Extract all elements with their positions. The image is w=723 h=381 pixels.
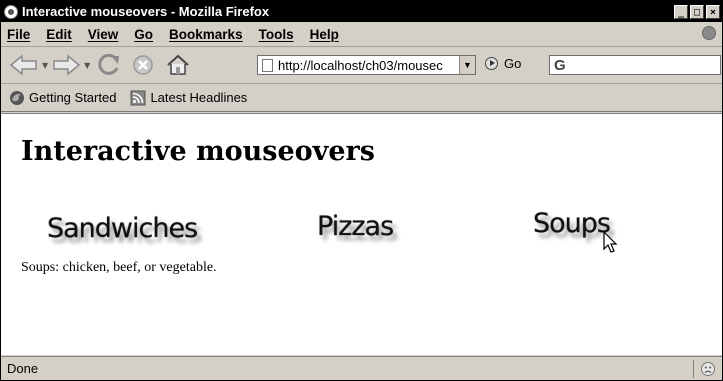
- go-icon: [485, 57, 498, 70]
- title-bar: Interactive mouseovers - Mozilla Firefox…: [1, 1, 722, 22]
- menu-bookmarks[interactable]: Bookmarks: [169, 27, 243, 42]
- url-input[interactable]: http://localhost/ch03/mousec: [278, 58, 459, 73]
- pizzas-image[interactable]: Pizzas: [317, 211, 394, 242]
- search-input[interactable]: G: [549, 55, 721, 75]
- security-status-icon: [701, 361, 715, 376]
- menu-file[interactable]: File: [7, 27, 30, 42]
- page-icon: [262, 58, 273, 72]
- bookmark-getting-started[interactable]: Getting Started: [9, 90, 116, 106]
- status-panel: [693, 359, 722, 378]
- minimize-button[interactable]: _: [674, 4, 688, 19]
- url-history-dropdown-icon[interactable]: ▼: [459, 56, 475, 74]
- menu-tools[interactable]: Tools: [259, 27, 294, 42]
- page-title: Interactive mouseovers: [21, 136, 375, 167]
- item-description: Soups: chicken, beef, or vegetable.: [21, 260, 217, 275]
- menu-go[interactable]: Go: [134, 27, 153, 42]
- menu-bar: File Edit View Go Bookmarks Tools Help: [1, 22, 722, 47]
- stop-button[interactable]: [132, 54, 154, 76]
- close-button[interactable]: ×: [706, 4, 720, 19]
- mouse-cursor-icon: [603, 231, 618, 253]
- back-history-dropdown-icon[interactable]: ▼: [42, 61, 48, 70]
- back-button[interactable]: [9, 54, 39, 76]
- address-bar[interactable]: http://localhost/ch03/mousec ▼: [257, 55, 476, 75]
- menu-help[interactable]: Help: [310, 27, 339, 42]
- status-text: Done: [7, 361, 39, 376]
- reload-icon: [98, 53, 120, 75]
- firefox-icon: [4, 4, 18, 19]
- stop-icon: [133, 55, 154, 75]
- sandwiches-image[interactable]: Sandwiches: [47, 213, 198, 244]
- bookmark-label: Getting Started: [29, 90, 117, 105]
- soups-image[interactable]: Soups: [533, 208, 611, 239]
- forward-arrow-icon: [53, 54, 81, 76]
- home-icon: [167, 54, 189, 75]
- forward-history-dropdown-icon[interactable]: ▼: [84, 61, 90, 70]
- reload-button[interactable]: [96, 53, 122, 77]
- back-arrow-icon: [9, 54, 37, 76]
- rss-feed-icon: [130, 90, 146, 106]
- window-title: Interactive mouseovers - Mozilla Firefox: [22, 4, 270, 19]
- menu-view[interactable]: View: [88, 27, 119, 42]
- home-button[interactable]: [166, 54, 190, 76]
- bookmark-latest-headlines[interactable]: Latest Headlines: [130, 90, 247, 106]
- throbber-icon: [702, 26, 716, 40]
- browser-window: Interactive mouseovers - Mozilla Firefox…: [0, 0, 723, 381]
- status-bar: Done: [1, 356, 722, 380]
- navigation-toolbar: ▼ ▼ http://localhost/ch03/mousec ▼ Go G: [1, 47, 722, 84]
- maximize-button[interactable]: □: [690, 4, 704, 19]
- go-label: Go: [504, 56, 522, 71]
- go-button[interactable]: Go: [485, 56, 521, 71]
- menu-edit[interactable]: Edit: [46, 27, 72, 42]
- forward-button[interactable]: [51, 54, 81, 76]
- google-g-icon: G: [554, 56, 566, 74]
- firefox-icon: [9, 90, 25, 106]
- bookmark-label: Latest Headlines: [150, 90, 248, 105]
- bookmarks-toolbar: Getting Started Latest Headlines: [1, 84, 722, 112]
